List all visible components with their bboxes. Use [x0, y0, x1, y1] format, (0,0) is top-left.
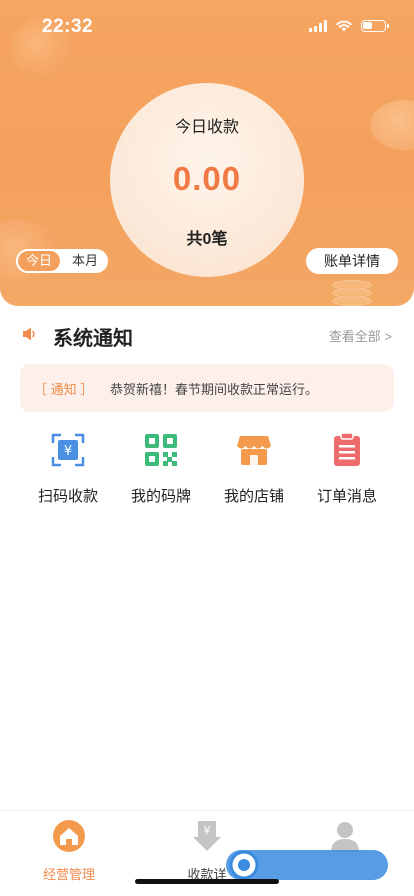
system-notice-header: 系统通知 查看全部 > [0, 318, 414, 350]
summary-header: 22:32 今日收款 0.00 共0笔 今日 本月 账单详情 [0, 0, 414, 306]
today-summary-circle: 今日收款 0.00 共0笔 [110, 83, 304, 277]
svg-text:¥: ¥ [204, 824, 211, 837]
tab-label: 经营管理 [42, 867, 95, 882]
decorative-coin [370, 100, 414, 150]
action-my-qr-plate[interactable]: 我的码牌 [111, 432, 211, 506]
cellular-signal-icon [309, 20, 327, 32]
view-all-link[interactable]: 查看全部 > [329, 326, 392, 345]
summary-count: 共0笔 [186, 231, 228, 248]
action-order-messages[interactable]: 订单消息 [297, 432, 397, 506]
action-scan-collect[interactable]: ¥ 扫码收款 [18, 432, 118, 506]
action-label: 我的码牌 [130, 488, 191, 505]
status-bar: 22:32 [0, 0, 414, 50]
svg-text:¥: ¥ [64, 444, 72, 459]
summary-amount: 0.00 [172, 160, 242, 197]
store-icon [237, 436, 271, 465]
notice-tag: ［ 通知 ］ [34, 382, 94, 397]
speaker-icon [23, 327, 35, 341]
action-label: 订单消息 [316, 488, 377, 505]
bill-details-button[interactable]: 账单详情 [306, 248, 398, 274]
tab-business-management[interactable]: 经营管理 [0, 819, 138, 883]
tab-this-month[interactable]: 本月 [62, 249, 108, 273]
notice-text: 恭贺新禧！春节期间收款正常运行。 [110, 382, 319, 397]
home-indicator [135, 879, 279, 884]
action-label: 扫码收款 [37, 488, 98, 505]
section-title: 系统通知 [53, 328, 133, 350]
scan-yuan-icon: ¥ [51, 433, 85, 467]
home-icon [53, 820, 85, 852]
status-time: 22:32 [42, 16, 94, 37]
battery-icon [361, 20, 389, 32]
action-my-store[interactable]: 我的店铺 [204, 432, 304, 506]
qr-code-icon [145, 434, 177, 466]
wifi-icon [336, 20, 352, 32]
order-list-icon [334, 432, 360, 466]
quick-actions: ¥ 扫码收款 我的码牌 我的店铺 订单消息 [0, 432, 414, 505]
period-toggle: 今日 本月 [16, 249, 108, 273]
payment-download-icon: ¥ [193, 821, 221, 851]
summary-title: 今日收款 [174, 119, 239, 136]
notice-banner[interactable]: ［ 通知 ］ 恭贺新禧！春节期间收款正常运行。 [20, 364, 394, 412]
action-label: 我的店铺 [223, 488, 284, 505]
tab-today[interactable]: 今日 [16, 249, 62, 273]
status-icons [309, 20, 389, 32]
